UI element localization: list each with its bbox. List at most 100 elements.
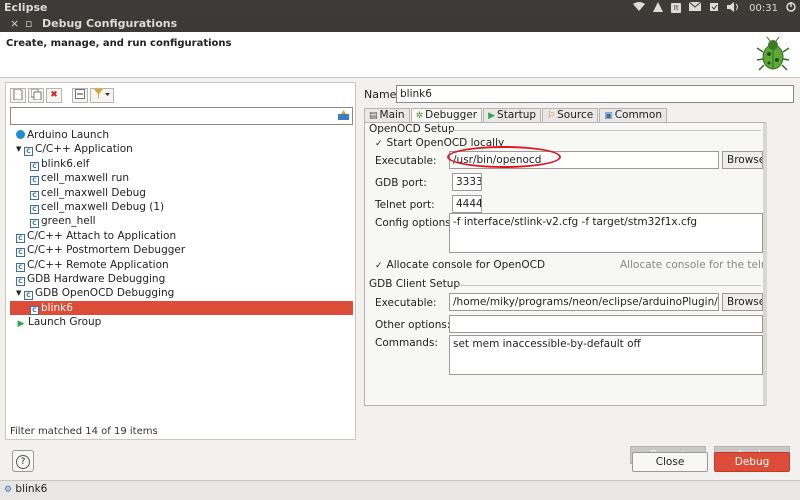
collapse-all-icon[interactable] <box>72 87 88 103</box>
tab-startup[interactable]: ▶ Startup <box>483 108 542 122</box>
group-separator <box>457 285 761 286</box>
other-options-field[interactable] <box>449 315 763 333</box>
telnet-port-field[interactable]: 4444 <box>452 195 482 213</box>
gdb-client-setup-title: GDB Client Setup <box>369 278 461 290</box>
c-icon: C <box>16 262 25 272</box>
app-name: Eclipse <box>4 1 48 14</box>
allocate-console-telnet-label: Allocate console for the telnet <box>620 259 763 271</box>
tab-common[interactable]: ▣ Common <box>599 108 667 122</box>
tab-label: Debugger <box>425 109 478 121</box>
network-icon[interactable] <box>653 1 664 15</box>
name-label: Name: <box>364 88 401 101</box>
window-title-bar: × ▫ Debug Configurations <box>0 16 800 32</box>
eclipse-status-bar: ⚙ blink6 <box>0 480 800 500</box>
launch-icon: ▶ <box>17 319 25 330</box>
close-button[interactable]: Close <box>632 452 708 472</box>
status-bar-text: ⚙ blink6 <box>4 483 47 495</box>
tree-item[interactable]: ▼ C GDB OpenOCD Debugging <box>10 286 353 301</box>
gdb-browse-button[interactable]: Browse... <box>722 293 763 311</box>
delete-configuration-icon[interactable]: ✖ <box>46 87 62 103</box>
system-top-bar: Eclipse It 00:31 <box>0 0 800 16</box>
status-bar-label: blink6 <box>15 483 48 495</box>
filter-configurations-icon[interactable] <box>90 87 114 103</box>
tree-item[interactable]: Ccell_maxwell Debug <box>10 186 353 200</box>
checkmark-icon: ✓ <box>375 261 383 271</box>
tree-item[interactable]: C GDB Hardware Debugging <box>10 272 353 286</box>
tree-item[interactable]: ▶ Launch Group <box>10 315 353 329</box>
mail-icon[interactable] <box>688 1 702 14</box>
debugger-tab-content: OpenOCD Setup ✓ Start OpenOCD locally Exe… <box>364 122 767 406</box>
config-options-field[interactable]: -f interface/stlink-v2.cfg -f target/stm… <box>449 213 763 253</box>
gdb-port-field[interactable]: 3333 <box>452 173 482 191</box>
c-icon: C <box>16 276 25 286</box>
close-window-icon[interactable]: × <box>10 17 19 30</box>
tab-label: Startup <box>497 109 537 121</box>
dialog-subtitle: Create, manage, and run configurations <box>6 38 232 49</box>
tree-item[interactable]: C C/C++ Remote Application <box>10 258 353 272</box>
c-icon: C <box>24 147 33 157</box>
tree-item-label: cell_maxwell run <box>41 172 130 185</box>
openocd-browse-button[interactable]: Browse... <box>722 151 763 169</box>
gdb-executable-label: Executable: <box>375 297 437 309</box>
tree-item-label: Launch Group <box>28 316 102 329</box>
tree-item-label: cell_maxwell Debug (1) <box>41 200 165 213</box>
tree-item-label: GDB Hardware Debugging <box>27 272 166 285</box>
new-configuration-icon[interactable] <box>10 87 26 103</box>
tab-debugger[interactable]: ✲ Debugger <box>410 108 483 122</box>
maximize-window-icon[interactable]: ▫ <box>25 17 32 30</box>
debug-bug-icon <box>756 36 790 71</box>
tree-item[interactable]: Cblink6.elf <box>10 157 353 171</box>
tree-item[interactable]: Cblink6 <box>10 300 353 316</box>
expand-toggle-icon[interactable]: ▼ <box>16 286 24 300</box>
filter-status: Filter matched 14 of 19 items <box>10 426 158 437</box>
tree-item-label: GDB OpenOCD Debugging <box>35 287 175 300</box>
expand-toggle-icon[interactable]: ▼ <box>16 142 24 156</box>
tree-item[interactable]: C C/C++ Attach to Application <box>10 229 353 243</box>
tree-item[interactable]: Ccell_maxwell Debug (1) <box>10 200 353 214</box>
system-tray: It 00:31 <box>633 0 796 16</box>
clear-filter-icon[interactable] <box>338 110 349 123</box>
c-icon: C <box>30 176 39 186</box>
c-icon: C <box>16 248 25 258</box>
volume-icon[interactable] <box>727 1 741 15</box>
tree-item-label: green_hell <box>41 215 96 228</box>
c-icon: C <box>16 233 25 243</box>
tab-main[interactable]: ▤ Main <box>364 108 410 122</box>
configuration-tree: Arduino Launch ▼ C C/C++ Application Cblink6… <box>10 128 353 329</box>
tree-item-label: C/C++ Postmortem Debugger <box>27 244 186 257</box>
duplicate-configuration-icon[interactable] <box>28 87 44 103</box>
power-icon[interactable] <box>786 1 796 15</box>
allocate-console-telnet-checkbox[interactable]: Allocate console for the telnet <box>620 259 763 271</box>
window-title: Debug Configurations <box>42 17 178 30</box>
debug-configurations-dialog: Create, manage, and run configurations ✖… <box>0 32 800 480</box>
tree-item[interactable]: Arduino Launch <box>10 128 353 142</box>
tree-item-label: blink6.elf <box>41 157 90 170</box>
allocate-console-openocd-checkbox[interactable]: ✓ Allocate console for OpenOCD <box>375 259 545 271</box>
c-icon: C <box>30 219 39 229</box>
name-field[interactable]: blink6 <box>396 85 794 103</box>
vertical-scrollbar[interactable] <box>763 123 767 405</box>
openocd-executable-label: Executable: <box>375 155 437 167</box>
tree-item[interactable]: Cgreen_hell <box>10 214 353 229</box>
debug-button[interactable]: Debug <box>714 452 790 472</box>
gdb-executable-field[interactable]: /home/miky/programs/neon/eclipse/arduino… <box>449 293 719 311</box>
battery-icon[interactable] <box>709 2 719 15</box>
c-icon: C <box>30 190 39 200</box>
tree-item[interactable]: ▼ C C/C++ Application <box>10 142 353 157</box>
keyboard-icon[interactable]: It <box>671 3 682 13</box>
help-button[interactable]: ? <box>12 450 34 472</box>
wifi-icon[interactable] <box>633 1 646 15</box>
tree-item-label: Arduino Launch <box>27 129 109 141</box>
startup-tab-icon: ▶ <box>488 111 496 121</box>
tab-source[interactable]: ⚐ Source <box>542 108 599 122</box>
editor-tabs: ▤ Main ✲ Debugger ▶ Startup ⚐ Source ▣ Common <box>364 108 668 122</box>
commands-field[interactable]: set mem inaccessible-by-default off <box>449 335 763 375</box>
filter-input[interactable] <box>10 107 353 125</box>
dialog-header: Create, manage, and run configurations <box>0 32 800 78</box>
clock[interactable]: 00:31 <box>749 3 778 14</box>
tree-item[interactable]: C C/C++ Postmortem Debugger <box>10 243 353 258</box>
tree-item[interactable]: Ccell_maxwell run <box>10 171 353 186</box>
c-icon: C <box>24 291 33 301</box>
tree-item-label: C/C++ Attach to Application <box>27 229 177 242</box>
tab-label: Main <box>379 109 405 121</box>
